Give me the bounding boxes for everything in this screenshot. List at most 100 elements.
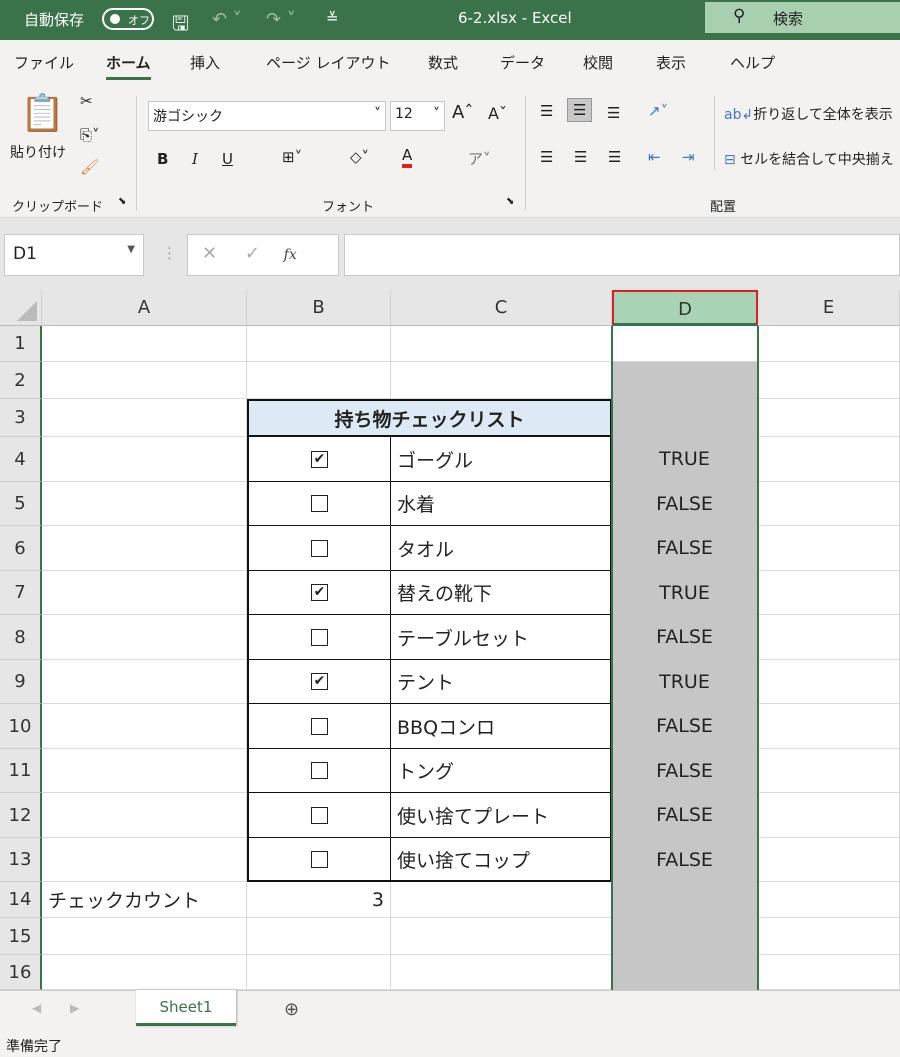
customize-qat-icon[interactable]: ≚: [326, 9, 339, 27]
row-header-2[interactable]: 2: [0, 362, 42, 399]
cell-B12[interactable]: [247, 793, 391, 838]
font-launcher-icon[interactable]: ⬊: [506, 196, 514, 207]
cell-C10[interactable]: BBQコンロ: [391, 704, 612, 749]
align-middle-icon[interactable]: ☰: [567, 98, 593, 122]
cell-B16[interactable]: [247, 955, 391, 990]
enter-icon[interactable]: ✓: [245, 243, 260, 264]
tab-2[interactable]: 挿入: [190, 52, 220, 73]
row-header-14[interactable]: 14: [0, 882, 42, 918]
decrease-font-icon[interactable]: Aˇ: [488, 104, 507, 123]
checkbox-unchecked[interactable]: [311, 539, 328, 557]
tab-3[interactable]: ページ レイアウト: [266, 52, 390, 73]
paste-button[interactable]: 貼り付け: [10, 142, 66, 162]
cell-C1[interactable]: [391, 326, 612, 362]
cell-E8[interactable]: [758, 615, 900, 660]
checkbox-unchecked[interactable]: [311, 806, 328, 824]
cell-C13[interactable]: 使い捨てコップ: [391, 838, 612, 882]
cell-E14[interactable]: [758, 882, 900, 918]
checkbox-unchecked[interactable]: [311, 495, 328, 512]
cell-E15[interactable]: [758, 918, 900, 955]
name-box[interactable]: D1 ▼: [4, 234, 144, 276]
cell-B4[interactable]: ✔: [247, 437, 391, 482]
row-header-7[interactable]: 7: [0, 571, 42, 615]
fill-color-icon[interactable]: ◇˅: [350, 148, 369, 166]
decrease-indent-icon[interactable]: ⇤: [648, 148, 661, 166]
tab-5[interactable]: データ: [500, 52, 545, 73]
cell-C16[interactable]: [391, 955, 612, 990]
checkbox-checked[interactable]: ✔: [311, 450, 328, 468]
increase-font-icon[interactable]: Aˆ: [452, 102, 473, 123]
row-header-1[interactable]: 1: [0, 326, 42, 362]
add-sheet-icon[interactable]: ⊕: [284, 999, 299, 1020]
tab-1[interactable]: ホーム: [106, 52, 151, 80]
cell-B10[interactable]: [247, 704, 391, 749]
bold-button[interactable]: B: [157, 150, 168, 168]
cell-C6[interactable]: タオル: [391, 526, 612, 571]
merge-center-button[interactable]: ⊟ セルを結合して中央揃え: [724, 149, 894, 169]
row-header-15[interactable]: 15: [0, 918, 42, 955]
column-header-C[interactable]: C: [391, 290, 612, 326]
cell-A3[interactable]: [42, 399, 247, 437]
cell-E16[interactable]: [758, 955, 900, 990]
tab-7[interactable]: 表示: [656, 52, 686, 73]
cell-C8[interactable]: テーブルセット: [391, 615, 612, 660]
cell-B13[interactable]: [247, 838, 391, 882]
cell-A2[interactable]: [42, 362, 247, 399]
cell-A9[interactable]: [42, 660, 247, 704]
borders-icon[interactable]: ⊞˅: [282, 148, 302, 166]
cell-B14[interactable]: 3: [247, 882, 391, 918]
cancel-icon[interactable]: ✕: [202, 243, 217, 264]
cell-E5[interactable]: [758, 482, 900, 526]
cell-B1[interactable]: [247, 326, 391, 362]
cell-B2[interactable]: [247, 362, 391, 399]
cell-C5[interactable]: 水着: [391, 482, 612, 526]
cell-E6[interactable]: [758, 526, 900, 571]
checklist-title[interactable]: 持ち物チェックリスト: [247, 399, 612, 437]
cell-A8[interactable]: [42, 615, 247, 660]
cell-A13[interactable]: [42, 838, 247, 882]
cell-A14[interactable]: チェックカウント: [42, 882, 247, 918]
align-center-icon[interactable]: ☰: [574, 148, 587, 166]
row-header-16[interactable]: 16: [0, 955, 42, 990]
checkbox-checked[interactable]: ✔: [311, 673, 328, 690]
paste-icon[interactable]: 📋: [20, 92, 65, 134]
cell-B6[interactable]: [247, 526, 391, 571]
copy-icon[interactable]: ⎘˅: [80, 126, 100, 144]
align-bottom-icon[interactable]: ☰: [607, 104, 620, 122]
worksheet-grid[interactable]: A B C D E 1 2 3 4 5 6 7 8 9 10 11 12 13 14 15 16 持ち物チェックリスト ✔ ゴ…: [0, 290, 900, 990]
row-header-3[interactable]: 3: [0, 399, 42, 437]
row-header-5[interactable]: 5: [0, 482, 42, 526]
cell-E9[interactable]: [758, 660, 900, 704]
cut-icon[interactable]: ✂: [80, 92, 93, 110]
sheet-tab-sheet1[interactable]: Sheet1: [136, 990, 236, 1026]
checkbox-unchecked[interactable]: [311, 717, 328, 735]
cell-C12[interactable]: 使い捨てプレート: [391, 793, 612, 838]
row-header-6[interactable]: 6: [0, 526, 42, 571]
column-header-A[interactable]: A: [42, 290, 247, 326]
cell-C14[interactable]: [391, 882, 612, 918]
font-name-select[interactable]: 游ゴシック ˅: [148, 101, 386, 131]
row-header-4[interactable]: 4: [0, 437, 42, 482]
row-header-12[interactable]: 12: [0, 793, 42, 838]
cell-E1[interactable]: [758, 326, 900, 362]
format-painter-icon[interactable]: 🖌: [80, 158, 99, 176]
cell-A11[interactable]: [42, 749, 247, 793]
cell-A10[interactable]: [42, 704, 247, 749]
cell-C4[interactable]: ゴーグル: [391, 437, 612, 482]
column-header-B[interactable]: B: [247, 290, 391, 326]
tab-8[interactable]: ヘルプ: [730, 52, 775, 73]
cell-E3[interactable]: [758, 399, 900, 437]
cell-E10[interactable]: [758, 704, 900, 749]
cell-E12[interactable]: [758, 793, 900, 838]
cell-A4[interactable]: [42, 437, 247, 482]
cell-C7[interactable]: 替えの靴下: [391, 571, 612, 615]
insert-function-icon[interactable]: fx: [284, 247, 297, 263]
cell-A16[interactable]: [42, 955, 247, 990]
row-header-8[interactable]: 8: [0, 615, 42, 660]
italic-button[interactable]: I: [192, 150, 198, 168]
search-box[interactable]: ⚲ 検索: [705, 2, 900, 33]
formula-input[interactable]: [344, 234, 900, 276]
wrap-text-button[interactable]: ab↲折り返して全体を表示: [724, 104, 893, 124]
cell-A12[interactable]: [42, 793, 247, 838]
cell-B11[interactable]: [247, 749, 391, 793]
